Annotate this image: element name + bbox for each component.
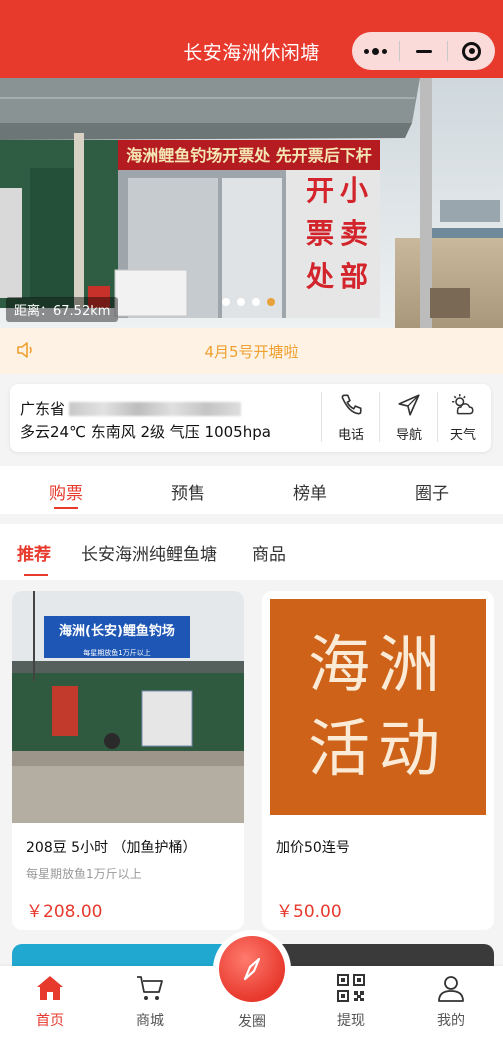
tab-presale[interactable]: 预售 xyxy=(125,479,251,504)
banner-carousel[interactable]: 海洲鲤鱼钓场开票处 先开票后下杆 开 票 处 小 卖 部 距离：67.52km xyxy=(0,78,503,328)
phone-icon xyxy=(341,394,362,415)
product-card-peek[interactable] xyxy=(262,944,494,968)
banner-photo: 海洲鲤鱼钓场开票处 先开票后下杆 开 票 处 小 卖 部 xyxy=(0,78,503,328)
home-icon xyxy=(37,976,63,1000)
navigate-label: 导航 xyxy=(395,428,422,443)
weather-label: 天气 xyxy=(449,428,476,443)
phone-label: 电话 xyxy=(337,428,364,443)
tab-ranking[interactable]: 榜单 xyxy=(247,479,373,504)
more-button[interactable] xyxy=(352,32,399,70)
address-line[interactable]: 广东省 xyxy=(20,398,242,419)
weather-text: 多云24℃ 东南风 2级 气压 1005hpa xyxy=(20,423,271,441)
minimize-button[interactable] xyxy=(400,32,447,70)
address-redacted xyxy=(69,401,242,416)
nav-home[interactable]: 首页 xyxy=(15,972,85,1030)
tab-circle[interactable]: 圈子 xyxy=(369,479,495,504)
nav-home-label: 首页 xyxy=(36,1013,64,1029)
more-dots-icon xyxy=(364,47,387,55)
product-name: 加价50连号 xyxy=(276,840,350,856)
banner-right-sign-2: 卖 xyxy=(340,217,368,250)
post-button[interactable] xyxy=(219,936,285,1002)
weather-icon xyxy=(452,394,474,415)
banner-left-sign-3: 处 xyxy=(305,260,334,293)
product-image: 海洲 活动 xyxy=(262,591,494,823)
minimize-icon xyxy=(415,49,432,53)
product-image-text-2: 活动 xyxy=(307,712,448,785)
subtab-goods[interactable]: 商品 xyxy=(252,540,286,565)
user-icon xyxy=(438,976,464,1002)
close-program-button[interactable] xyxy=(448,32,495,70)
main-tabs: 购票 预售 榜单 圈子 xyxy=(0,466,503,514)
cart-icon xyxy=(137,976,163,1000)
compass-icon xyxy=(243,957,261,981)
carousel-indicators xyxy=(222,298,275,306)
nav-mine-label: 我的 xyxy=(437,1013,465,1029)
nav-withdraw[interactable]: 提现 xyxy=(316,972,386,1030)
carousel-dot[interactable] xyxy=(237,298,245,306)
nav-mine[interactable]: 我的 xyxy=(416,972,486,1030)
product-desc: 每星期放鱼1万斤以上 xyxy=(26,867,142,881)
mini-program-capsule xyxy=(352,32,495,70)
location-info-card: 广东省 多云24℃ 东南风 2级 气压 1005hpa 电话 导航 天气 xyxy=(10,384,491,452)
product-image: 海洲(长安)鲤鱼钓场 每星期放鱼1万斤以上 xyxy=(12,591,244,823)
navigate-icon xyxy=(398,394,420,416)
product-image-sign: 海洲(长安)鲤鱼钓场 xyxy=(59,623,175,639)
carousel-dot-active[interactable] xyxy=(267,298,275,306)
product-card[interactable]: 海洲 活动 加价50连号 ￥50.00 xyxy=(262,591,494,930)
nav-mall[interactable]: 商城 xyxy=(115,972,185,1030)
notice-bar[interactable]: 4月5号开塘啦 xyxy=(0,328,503,374)
target-icon xyxy=(462,41,481,61)
product-price: ￥50.00 xyxy=(276,902,342,922)
product-image-subsign: 每星期放鱼1万斤以上 xyxy=(83,648,150,657)
carousel-dot[interactable] xyxy=(222,298,230,306)
banner-left-sign-1: 开 xyxy=(306,174,334,207)
qrcode-icon xyxy=(337,974,365,1002)
tab-buy-ticket[interactable]: 购票 xyxy=(3,479,129,504)
address-text: 广东省 xyxy=(20,400,66,418)
notice-text: 4月5号开塘啦 xyxy=(204,343,299,361)
subtab-recommend[interactable]: 推荐 xyxy=(17,540,51,565)
nav-post-label: 发圈 xyxy=(238,1014,266,1030)
subtab-pond[interactable]: 长安海洲纯鲤鱼塘 xyxy=(81,540,217,565)
nav-withdraw-label: 提现 xyxy=(337,1013,365,1029)
navigate-button[interactable]: 导航 xyxy=(380,388,438,448)
banner-left-sign-2: 票 xyxy=(306,217,334,250)
product-name: 208豆 5小时 （加鱼护桶） xyxy=(26,840,197,856)
product-card[interactable]: 海洲(长安)鲤鱼钓场 每星期放鱼1万斤以上 208豆 5小时 （加鱼护桶） 每星… xyxy=(12,591,244,930)
product-price: ￥208.00 xyxy=(26,902,103,922)
banner-sign-text: 海洲鲤鱼钓场开票处 先开票后下杆 xyxy=(126,146,372,165)
nav-mall-label: 商城 xyxy=(136,1013,164,1029)
top-bar: 长安海洲休闲塘 xyxy=(0,0,503,78)
banner-right-sign-1: 小 xyxy=(340,174,368,207)
active-tab-indicator xyxy=(54,507,78,509)
distance-label: 距离：67.52km xyxy=(6,297,119,322)
product-card-peek[interactable] xyxy=(12,944,244,968)
carousel-dot[interactable] xyxy=(252,298,260,306)
weather-button[interactable]: 天气 xyxy=(434,388,492,448)
product-image-text-1: 海洲 xyxy=(307,628,448,702)
phone-button[interactable]: 电话 xyxy=(322,388,380,448)
category-tabs: 推荐 长安海洲纯鲤鱼塘 商品 xyxy=(0,524,503,580)
banner-right-sign-3: 部 xyxy=(340,260,368,293)
active-subtab-indicator xyxy=(24,574,48,576)
